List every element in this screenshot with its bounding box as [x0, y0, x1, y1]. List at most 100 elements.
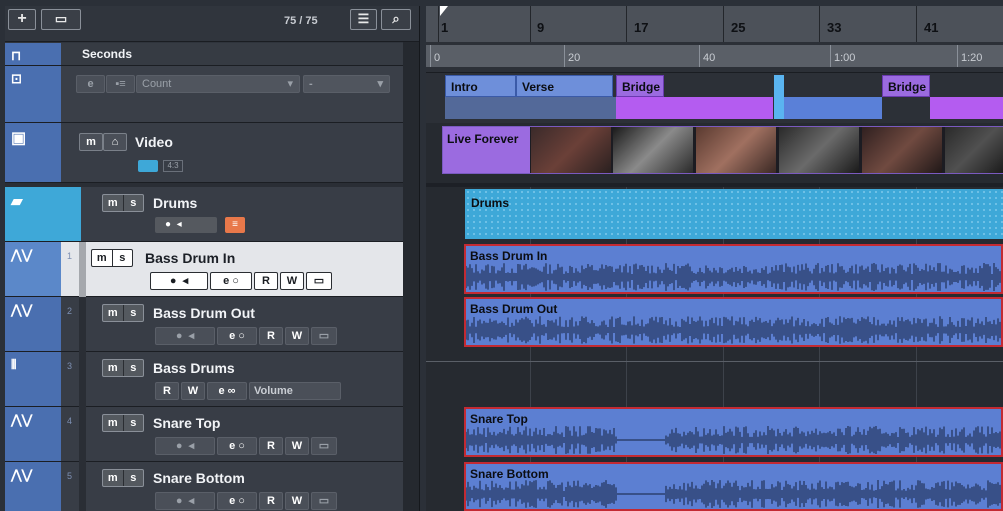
- video-event[interactable]: Live Forever: [442, 126, 1003, 174]
- inspector-button[interactable]: ▪≡: [106, 75, 135, 93]
- lanes-button[interactable]: ▭: [311, 492, 337, 510]
- arranger-segment[interactable]: Bridge: [616, 75, 664, 97]
- record-monitor-button[interactable]: ● ◂: [155, 437, 215, 455]
- read-button[interactable]: R: [254, 272, 278, 290]
- edit-button[interactable]: e ○: [217, 492, 257, 510]
- folder-edit-button[interactable]: ≡: [225, 217, 245, 233]
- ruler-track[interactable]: ⊓ Seconds: [5, 43, 403, 66]
- signature-track[interactable]: ⊡ e ▪≡ Count ▾ - ▾: [5, 66, 403, 123]
- track-number: 2: [67, 306, 73, 316]
- write-button[interactable]: W: [285, 327, 309, 345]
- track-name: Bass Drum In: [145, 250, 236, 266]
- solo-button[interactable]: s: [124, 360, 144, 376]
- video-thumbnail: [779, 127, 859, 173]
- track-number: 1: [67, 251, 73, 261]
- folder-event-drums[interactable]: Drums: [465, 189, 1003, 239]
- write-button[interactable]: W: [181, 382, 205, 400]
- search-button[interactable]: ⌕: [381, 9, 411, 30]
- write-button[interactable]: W: [285, 437, 309, 455]
- folder-record-monitor[interactable]: ● ◂: [155, 217, 217, 233]
- lanes-button[interactable]: ▭: [306, 272, 332, 290]
- edit-button[interactable]: e ○: [217, 327, 257, 345]
- audio-event[interactable]: Bass Drum Out: [464, 297, 1003, 347]
- edit-button[interactable]: e ○: [217, 437, 257, 455]
- solo-button[interactable]: s: [124, 305, 144, 321]
- mute-button[interactable]: m: [103, 360, 124, 376]
- edit-button[interactable]: e ○: [210, 272, 252, 290]
- video-lock-button[interactable]: ⌂: [103, 133, 127, 151]
- waveform-path: [466, 426, 1001, 454]
- audio-event[interactable]: Snare Bottom: [464, 462, 1003, 511]
- track-indent: [79, 352, 86, 407]
- audio-event[interactable]: Bass Drum In: [464, 244, 1003, 294]
- mute-button[interactable]: m: [103, 195, 124, 211]
- waveform-icon: ⋀⋁: [11, 247, 33, 262]
- read-button[interactable]: R: [259, 327, 283, 345]
- video-track[interactable]: ▣ m ⌂ Video 4:3: [5, 123, 403, 183]
- track-row[interactable]: ⫴ 3 ms Bass Drums R W e ∞ Volume: [5, 352, 403, 407]
- write-button[interactable]: W: [280, 272, 304, 290]
- track-list-scrollbar[interactable]: [403, 42, 419, 511]
- write-button[interactable]: W: [285, 492, 309, 510]
- solo-button[interactable]: s: [113, 250, 133, 266]
- track-row[interactable]: ⋀⋁ 5 ms Snare Bottom ● ◂ e ○ R W ▭: [5, 462, 403, 511]
- second-dropdown[interactable]: - ▾: [303, 75, 390, 93]
- solo-button[interactable]: s: [124, 195, 144, 211]
- record-monitor-button[interactable]: ● ◂: [155, 492, 215, 510]
- waveform-stroke: [466, 263, 1001, 291]
- edit-button[interactable]: e: [76, 75, 105, 93]
- automation-parameter[interactable]: Volume: [249, 382, 341, 400]
- time-tick: [699, 45, 700, 67]
- count-dropdown[interactable]: Count ▾: [136, 75, 300, 93]
- mute-button[interactable]: m: [103, 305, 124, 321]
- track-ms-buttons[interactable]: ms: [91, 249, 133, 267]
- read-button[interactable]: R: [259, 437, 283, 455]
- solo-button[interactable]: s: [124, 415, 144, 431]
- track-ms-buttons[interactable]: ms: [102, 304, 144, 322]
- arranger-segment[interactable]: Verse: [516, 75, 613, 97]
- record-monitor-button[interactable]: ● ◂: [155, 327, 215, 345]
- arranger-segment[interactable]: Bridge: [882, 75, 930, 97]
- list-view-button[interactable]: ☰: [350, 9, 377, 30]
- track-row[interactable]: ⋀⋁ 1 ms Bass Drum In ● ◂ e ○ R W ▭: [5, 242, 403, 297]
- plus-icon: +: [17, 10, 27, 27]
- audio-event[interactable]: Snare Top: [464, 407, 1003, 457]
- waveform-stroke: [466, 480, 1001, 508]
- read-button[interactable]: R: [155, 382, 179, 400]
- edit-button[interactable]: e ∞: [207, 382, 247, 400]
- video-format-button[interactable]: 4:3: [163, 160, 183, 172]
- add-track-button[interactable]: +: [8, 9, 36, 30]
- add-folder-button[interactable]: ▭: [41, 9, 81, 30]
- mute-button[interactable]: m: [103, 415, 124, 431]
- time-label: 20: [568, 52, 581, 64]
- ruler-track-label: Seconds: [82, 47, 133, 61]
- project-window: 1 9 17 25 33 41 0 20 40 1:00 1:20 Intro …: [426, 6, 1003, 511]
- chord-icon: ⊡: [11, 71, 22, 86]
- solo-button[interactable]: s: [124, 470, 144, 486]
- arranger-fill: [616, 97, 773, 119]
- folder-ms-buttons[interactable]: ms: [102, 194, 144, 212]
- video-thumbnail: [862, 127, 942, 173]
- seconds-ruler[interactable]: 0 20 40 1:00 1:20: [426, 42, 1003, 73]
- lanes-button[interactable]: ▭: [311, 437, 337, 455]
- bar-tick: [723, 6, 724, 42]
- mute-button[interactable]: m: [103, 470, 124, 486]
- video-mute-button[interactable]: m: [79, 133, 103, 151]
- track-list-toolbar: + ▭ 75 / 75 ☰ ⌕: [5, 6, 419, 42]
- video-thumbnail-toggle[interactable]: [138, 160, 158, 172]
- track-ms-buttons[interactable]: ms: [102, 359, 144, 377]
- track-number: 4: [67, 416, 73, 426]
- track-row[interactable]: ⋀⋁ 4 ms Snare Top ● ◂ e ○ R W ▭: [5, 407, 403, 462]
- lanes-button[interactable]: ▭: [311, 327, 337, 345]
- mute-button[interactable]: m: [92, 250, 113, 266]
- arranger-segment[interactable]: Intro: [445, 75, 516, 97]
- read-button[interactable]: R: [259, 492, 283, 510]
- track-ms-buttons[interactable]: ms: [102, 414, 144, 432]
- track-ms-buttons[interactable]: ms: [102, 469, 144, 487]
- record-monitor-button[interactable]: ● ◂: [150, 272, 208, 290]
- lock-icon: ⌂: [111, 136, 119, 148]
- bar-ruler[interactable]: 1 9 17 25 33 41: [426, 6, 1003, 42]
- left-locator-icon[interactable]: [440, 6, 448, 16]
- folder-track-drums[interactable]: ▰ ms Drums ● ◂ ≡: [5, 187, 403, 242]
- track-row[interactable]: ⋀⋁ 2 ms Bass Drum Out ● ◂ e ○ R W ▭: [5, 297, 403, 352]
